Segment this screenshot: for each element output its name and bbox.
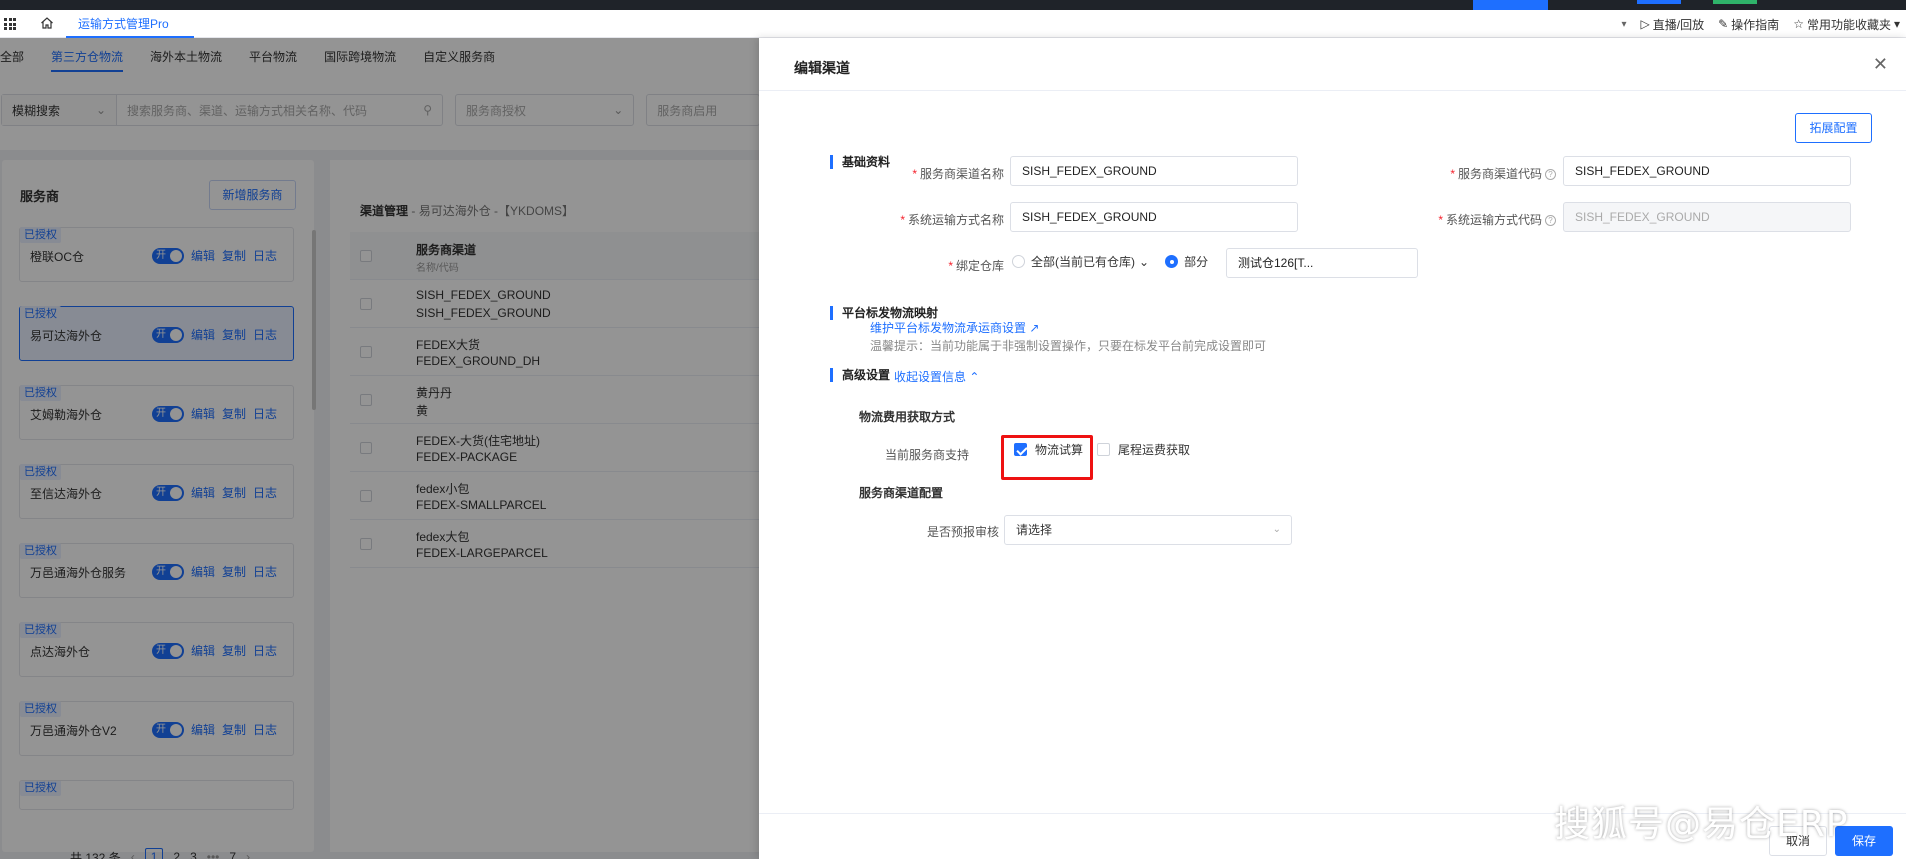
collapse-link-text: 收起设置信息 [894, 370, 967, 384]
prereport-label: 是否预报审核 [927, 525, 1000, 539]
highlight-annotation-box [1001, 435, 1093, 480]
label-text: 系统运输方式名称 [907, 213, 1004, 227]
tabbar-right-actions: ▾ ▷ 直播/回放 ✎ 操作指南 ☆ 常用功能收藏夹 ▾ [1622, 10, 1901, 38]
fee-support-label: 当前服务商支持 [885, 448, 970, 462]
header-blue-button[interactable] [1637, 0, 1681, 4]
radio-part-label[interactable]: 部分 [1184, 253, 1208, 270]
basic-section-title: 基础资料 [830, 155, 890, 169]
advanced-section-title: 高级设置 [830, 368, 890, 382]
collapse-settings-link[interactable]: 收起设置信息 ⌃ [894, 368, 979, 385]
radio-all[interactable] [1012, 255, 1025, 268]
header-green-button[interactable] [1713, 0, 1757, 4]
guide-link[interactable]: ✎ 操作指南 [1718, 16, 1779, 33]
platform-link-text: 维护平台标发物流承运商设置 [870, 321, 1027, 335]
edit-doc-icon: ✎ [1718, 17, 1729, 31]
guide-label: 操作指南 [1731, 17, 1780, 32]
label-text: 服务商渠道代码 [1457, 167, 1542, 181]
warehouse-tag: 测试仓126[T... [1238, 256, 1314, 270]
label-text: 系统运输方式代码 [1445, 213, 1542, 227]
label-text: 绑定仓库 [955, 259, 1004, 273]
last-mile-fee-label[interactable]: 尾程运费获取 [1118, 441, 1190, 458]
caret-down-icon: ▾ [1893, 17, 1900, 31]
last-mile-fee-checkbox[interactable] [1097, 443, 1111, 456]
chevron-down-icon[interactable]: ▾ [1622, 19, 1627, 30]
system-method-code-label: * 系统运输方式代码? [1438, 211, 1556, 228]
chevron-down-icon[interactable]: ⌄ [1139, 255, 1149, 269]
tab-bar: 运输方式管理Pro ▾ ▷ 直播/回放 ✎ 操作指南 ☆ 常用功能收藏夹 ▾ [0, 10, 1906, 38]
provider-channel-code-label: * 服务商渠道代码? [1450, 165, 1556, 182]
system-method-code-input: SISH_FEDEX_GROUND [1563, 202, 1851, 232]
expand-config-button[interactable]: 拓展配置 [1795, 113, 1872, 143]
bind-warehouse-radios: 全部(当前已有仓库) ⌄ 部分 [1012, 253, 1208, 270]
prereport-select[interactable]: 请选择 ⌄ [1004, 515, 1292, 545]
live-replay-label: 直播/回放 [1652, 17, 1705, 32]
provider-channel-code-input[interactable]: SISH_FEDEX_GROUND [1563, 156, 1851, 186]
header-active-indicator [1473, 0, 1548, 10]
platform-tip: 温馨提示：当前功能属于非强制设置操作，只要在标发平台前完成设置即可 [870, 339, 1267, 353]
close-icon[interactable]: ✕ [1873, 54, 1888, 75]
share-arrow-icon: ↗ [1029, 321, 1040, 335]
prereport-placeholder: 请选择 [1016, 523, 1053, 537]
channel-config-subhead: 服务商渠道配置 [859, 486, 944, 500]
label-text: 服务商渠道名称 [919, 167, 1004, 181]
platform-carrier-link[interactable]: 维护平台标发物流承运商设置 ↗ [870, 319, 1039, 336]
favorites-link[interactable]: ☆ 常用功能收藏夹 ▾ [1793, 16, 1900, 33]
star-icon: ☆ [1793, 17, 1804, 31]
platform-section-title: 平台标发物流映射 [830, 306, 938, 320]
warehouse-select[interactable]: 测试仓126[T... [1226, 248, 1418, 278]
provider-channel-name-input[interactable]: SISH_FEDEX_GROUND [1010, 156, 1298, 186]
play-icon: ▷ [1640, 17, 1650, 31]
favorites-label: 常用功能收藏夹 [1806, 17, 1891, 32]
system-method-name-label: * 系统运输方式名称 [900, 213, 1004, 227]
chevron-down-icon: ⌄ [1272, 524, 1281, 535]
watermark-text: 搜狐号@易仓ERP [1554, 804, 1849, 845]
bind-warehouse-label: * 绑定仓库 [948, 259, 1004, 273]
tab-transport-method[interactable]: 运输方式管理Pro [66, 12, 194, 38]
chevron-up-icon: ⌃ [969, 370, 980, 384]
fee-method-subhead: 物流费用获取方式 [859, 410, 956, 424]
apps-grid-icon[interactable] [4, 18, 16, 30]
modal-overlay[interactable] [0, 38, 760, 859]
drawer-title: 编辑渠道 [794, 60, 850, 76]
help-icon[interactable]: ? [1545, 215, 1556, 226]
radio-part[interactable] [1165, 255, 1179, 268]
system-method-name-input[interactable]: SISH_FEDEX_GROUND [1010, 202, 1298, 232]
home-icon[interactable] [40, 16, 54, 30]
help-icon[interactable]: ? [1545, 169, 1556, 180]
live-replay-link[interactable]: ▷ 直播/回放 [1641, 16, 1705, 33]
provider-channel-name-label: * 服务商渠道名称 [912, 167, 1004, 181]
top-header-bar [0, 0, 1906, 10]
drawer-header-divider [759, 90, 1906, 91]
radio-all-label[interactable]: 全部(当前已有仓库) [1031, 253, 1135, 270]
edit-channel-drawer: 编辑渠道 ✕ 基础资料 拓展配置 * 服务商渠道名称 SISH_FEDEX_GRO… [759, 38, 1906, 859]
